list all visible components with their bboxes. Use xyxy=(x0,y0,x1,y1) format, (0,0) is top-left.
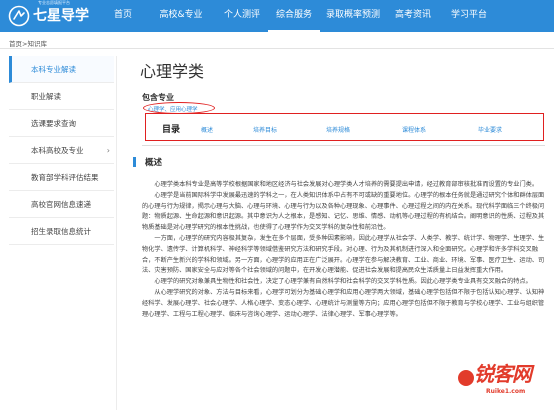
sidebar-item-label: 选课要求查询 xyxy=(31,119,76,128)
sidebar-item-label: 教育部学科评估结果 xyxy=(31,173,99,182)
logo-icon xyxy=(8,5,30,27)
main-nav: 首页 高校&专业 个人测评 综合服务 录取概率预测 高考资讯 学习平台 xyxy=(100,0,498,32)
logo[interactable]: 七星导学 xyxy=(8,3,89,29)
chevron-right-icon: › xyxy=(106,146,110,155)
accent-bar xyxy=(133,157,136,167)
nav-learning-platform[interactable]: 学习平台 xyxy=(440,0,498,32)
sidebar-item-discipline-evaluation[interactable]: 教育部学科评估结果 xyxy=(9,164,114,191)
nav-services[interactable]: 综合服务 xyxy=(268,0,320,32)
sidebar-item-career-interpretation[interactable]: 职业解读 xyxy=(9,83,114,110)
toc-link-curriculum[interactable]: 课程体系 xyxy=(402,125,426,134)
paragraph: 心理学类本科专业是高等学校根据国家和地区经济与社会发展对心理学类人才培养的需要提… xyxy=(154,181,539,188)
nav-colleges-majors[interactable]: 高校&专业 xyxy=(146,0,216,32)
nav-admission-prediction[interactable]: 录取概率预测 xyxy=(320,0,386,32)
toc-link-training-goals[interactable]: 培养目标 xyxy=(253,125,277,134)
sidebar-item-course-requirements[interactable]: 选课要求查询 xyxy=(9,110,114,137)
watermark-url: Ruike1.com xyxy=(486,388,526,395)
brand-name: 七星导学 xyxy=(33,8,89,24)
page-title: 心理学类 xyxy=(140,62,205,81)
top-navbar: 七星导学 专业志愿填报平台 首页 高校&专业 个人测评 综合服务 录取概率预测 … xyxy=(0,0,554,32)
toc-divider xyxy=(142,145,545,146)
breadcrumb[interactable]: 首页>知识库 xyxy=(9,38,47,48)
breadcrumb-divider xyxy=(0,48,554,49)
sidebar-item-label: 高校官网信息速递 xyxy=(31,200,91,209)
sidebar-item-label: 本科专业解读 xyxy=(31,65,76,74)
toc-link-overview[interactable]: 概述 xyxy=(201,125,213,134)
paragraph: 心理学是当前国际科学中发展最迅速的学科之一，在人类知识体系中占有不可或缺的重要地… xyxy=(142,191,545,232)
overview-label: 概述 xyxy=(145,158,163,168)
sidebar-item-admission-statistics[interactable]: 招生录取信息统计 xyxy=(9,218,114,245)
sidebar-item-colleges-majors[interactable]: 本科高校及专业 › xyxy=(9,137,114,164)
watermark-icon xyxy=(458,370,474,386)
watermark-text: 锐客网 xyxy=(474,362,532,386)
table-of-contents: 目录 概述 培养目标 培养规格 课程体系 毕业要求 xyxy=(145,113,544,141)
sidebar-item-label: 职业解读 xyxy=(31,92,61,101)
sidebar-item-label: 本科高校及专业 xyxy=(31,146,84,155)
sidebar-item-major-interpretation[interactable]: 本科专业解读 xyxy=(9,56,114,83)
nav-exam-news[interactable]: 高考资讯 xyxy=(386,0,440,32)
toc-link-graduation-requirements[interactable]: 毕业要求 xyxy=(478,125,502,134)
sidebar-item-label: 招生录取信息统计 xyxy=(31,227,91,236)
paragraph: 一方面，心理学的研究内容极其复杂，发生在多个层面，受多种因素影响，因此心理学从社… xyxy=(142,234,545,275)
toc-title: 目录 xyxy=(162,125,181,135)
toc-link-training-specs[interactable]: 培养规格 xyxy=(326,125,350,134)
sidebar-item-official-site-news[interactable]: 高校官网信息速递 xyxy=(9,191,114,218)
overview-heading: 概述 xyxy=(133,156,162,168)
watermark-logo: 锐客网 Ruike1.com xyxy=(458,356,552,406)
paragraph: 从心理学研究的对象、方法与目标来看，心理学可划分为基础心理学和应用心理学两大领域… xyxy=(142,288,545,318)
nav-personal-assessment[interactable]: 个人测评 xyxy=(216,0,268,32)
sidebar: 本科专业解读 职业解读 选课要求查询 本科高校及专业 › 教育部学科评估结果 高… xyxy=(9,56,114,245)
nav-home[interactable]: 首页 xyxy=(100,0,146,32)
brand-slogan: 专业志愿填报平台 xyxy=(38,0,70,5)
paragraph: 心理学的研究对象兼具生物性和社会性，决定了心理学兼有自然科学和社会科学的交叉学科… xyxy=(154,278,532,286)
sidebar-divider xyxy=(116,56,117,410)
article-body: 心理学类本科专业是高等学校根据国家和地区经济与社会发展对心理学类人才培养的需要提… xyxy=(142,180,546,320)
